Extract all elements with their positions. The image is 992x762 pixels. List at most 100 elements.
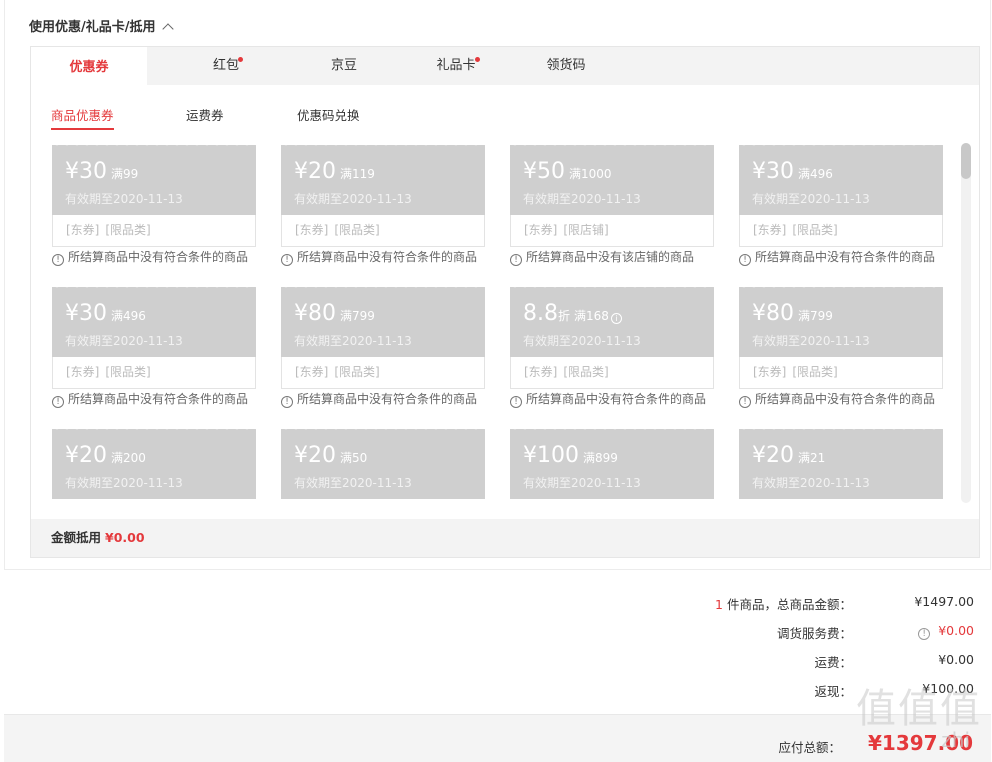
coupon-tag: [东券] <box>295 365 329 379</box>
coupon-condition: 满899 <box>583 451 618 465</box>
warning-icon: ! <box>281 396 293 408</box>
coupon-face: ¥80 满799 有效期至2020-11-13 <box>281 287 485 357</box>
cashback-label: 返现： <box>814 684 852 699</box>
section-title[interactable]: 使用优惠/礼品卡/抵用 <box>29 16 174 35</box>
coupon-tag: [东券] <box>753 365 787 379</box>
currency-symbol: ¥ <box>752 159 766 184</box>
coupon-face: ¥20 满21 有效期至2020-11-13 <box>739 429 943 499</box>
coupon-amount-value: 20 <box>79 443 107 468</box>
scrollbar-thumb[interactable] <box>961 143 971 179</box>
notification-dot-icon <box>238 57 243 62</box>
coupon-amount: ¥20 满21 <box>752 443 825 468</box>
currency-symbol: ¥ <box>294 159 308 184</box>
tab-2[interactable]: 京豆 <box>289 47 399 85</box>
coupon-reason-text: 所结算商品中没有符合条件的商品 <box>297 250 478 264</box>
coupon-reason: ! 所结算商品中没有符合条件的商品 <box>281 248 485 266</box>
coupon-amount: ¥100 满899 <box>523 443 618 468</box>
service-label: 调货服务费： <box>776 626 852 641</box>
coupon-condition: 满50 <box>340 451 368 465</box>
tab-label: 优惠券 <box>69 60 109 75</box>
coupon-tags: [东券] [限品类] <box>281 215 485 247</box>
coupon-list[interactable]: ¥30 满99 有效期至2020-11-13 [东券] [限品类]! 所结算商品中没有符合… <box>31 143 979 503</box>
coupon-face: ¥20 满200 有效期至2020-11-13 <box>52 429 256 499</box>
info-icon[interactable]: i <box>610 313 622 324</box>
items-count: 1 <box>715 597 723 612</box>
coupon-tag: [限品类] <box>334 365 380 379</box>
subtab-0[interactable]: 商品优惠券 <box>51 105 114 130</box>
coupon-face: ¥80 满799 有效期至2020-11-13 <box>739 287 943 357</box>
coupon-reason: ! 所结算商品中没有符合条件的商品 <box>739 248 943 266</box>
coupon-card[interactable]: ¥80 满799 有效期至2020-11-13 [东券] [限品类]! 所结算商品中没有符… <box>281 287 485 408</box>
tab-0[interactable]: 优惠券 <box>31 47 147 85</box>
coupon-card[interactable]: 8.8折 满168 i 有效期至2020-11-13 [东券] [限品类]! 所结算商品中没… <box>510 287 714 408</box>
coupon-amount-value: 20 <box>308 159 336 184</box>
coupon-face: ¥50 满1000 有效期至2020-11-13 <box>510 145 714 215</box>
coupon-amount: ¥80 满799 <box>752 301 833 326</box>
coupon-validity: 有效期至2020-11-13 <box>752 476 870 490</box>
coupon-amount: ¥20 满200 <box>65 443 146 468</box>
coupon-reason-text: 所结算商品中没有符合条件的商品 <box>68 392 249 406</box>
coupon-reason-text: 所结算商品中没有该店铺的商品 <box>526 250 695 264</box>
coupon-card[interactable]: ¥20 满21 有效期至2020-11-13 <box>739 429 943 499</box>
coupon-condition: 满496 <box>798 167 833 181</box>
coupon-card[interactable]: ¥30 满496 有效期至2020-11-13 [东券] [限品类]! 所结算商品中没有符… <box>739 145 943 266</box>
watermark-logo: 值值值 <box>856 686 982 732</box>
coupon-card[interactable]: ¥20 满50 有效期至2020-11-13 <box>281 429 485 499</box>
coupon-condition: 满496 <box>111 309 146 323</box>
currency-symbol: ¥ <box>65 159 79 184</box>
coupon-amount-value: 100 <box>537 443 579 468</box>
coupon-condition: 满1000 <box>569 167 612 181</box>
coupon-card[interactable]: ¥20 满200 有效期至2020-11-13 <box>52 429 256 499</box>
coupon-card[interactable]: ¥30 满99 有效期至2020-11-13 [东券] [限品类]! 所结算商品中没有符合… <box>52 145 256 266</box>
items-label: 1 件商品，总商品金额： <box>715 594 852 613</box>
coupon-validity: 有效期至2020-11-13 <box>523 334 641 348</box>
shipping-value: ¥0.00 <box>938 652 974 667</box>
currency-symbol: ¥ <box>752 443 766 468</box>
coupon-card[interactable]: ¥100 满899 有效期至2020-11-13 <box>510 429 714 499</box>
items-label-text: 件商品，总商品金额： <box>726 597 852 612</box>
tab-3[interactable]: 礼品卡 <box>401 47 511 85</box>
warning-icon: ! <box>281 254 293 266</box>
coupon-reason-text: 所结算商品中没有符合条件的商品 <box>755 392 936 406</box>
coupon-condition: 满99 <box>111 167 139 181</box>
deduct-value: ¥0.00 <box>105 530 145 545</box>
coupon-face: ¥20 满50 有效期至2020-11-13 <box>281 429 485 499</box>
coupon-face: ¥30 满496 有效期至2020-11-13 <box>739 145 943 215</box>
warning-icon: ! <box>739 254 751 266</box>
chevron-up-icon[interactable] <box>161 23 174 35</box>
subtab-2[interactable]: 优惠码兑换 <box>297 105 360 128</box>
coupon-tags: [东券] [限品类] <box>52 357 256 389</box>
coupon-condition: 满799 <box>798 309 833 323</box>
coupon-condition: 满21 <box>798 451 826 465</box>
subtab-1[interactable]: 运费券 <box>186 105 224 128</box>
coupon-tag: [东券] <box>66 223 100 237</box>
tab-1[interactable]: 红包 <box>171 47 281 85</box>
coupon-scrollbar[interactable] <box>961 143 971 503</box>
info-icon[interactable]: ! <box>918 628 931 640</box>
deduct-label: 金额抵用 <box>51 530 102 545</box>
coupon-reason-text: 所结算商品中没有符合条件的商品 <box>297 392 478 406</box>
currency-symbol: ¥ <box>294 443 308 468</box>
discount-box: 优惠券 红包 京豆 礼品卡 领货码 商品优惠券 运费券 优惠码兑换 ¥30 满99 有效期至20… <box>30 46 980 558</box>
coupon-card[interactable]: ¥20 满119 有效期至2020-11-13 [东券] [限品类]! 所结算商品中没有符… <box>281 145 485 266</box>
coupon-tag: [限品类] <box>792 365 838 379</box>
tab-bar: 优惠券 红包 京豆 礼品卡 领货码 <box>31 47 979 85</box>
warning-icon: ! <box>52 396 64 408</box>
currency-symbol: ¥ <box>294 301 308 326</box>
coupon-amount: ¥30 满496 <box>752 159 833 184</box>
coupon-card[interactable]: ¥30 满496 有效期至2020-11-13 [东券] [限品类]! 所结算商品中没有符… <box>52 287 256 408</box>
total-label: 应付总额： <box>778 740 841 755</box>
coupon-card[interactable]: ¥80 满799 有效期至2020-11-13 [东券] [限品类] ! 所结算商品中没有符… <box>739 287 943 408</box>
coupon-reason: ! 所结算商品中没有符合条件的商品 <box>739 390 943 408</box>
coupon-face: ¥100 满899 有效期至2020-11-13 <box>510 429 714 499</box>
coupon-amount: ¥50 满1000 <box>523 159 612 184</box>
coupon-tag: [限品类] <box>563 365 609 379</box>
tab-4[interactable]: 领货码 <box>511 47 621 85</box>
coupon-reason: ! 所结算商品中没有符合条件的商品 <box>52 390 256 408</box>
coupon-card[interactable]: ¥50 满1000 有效期至2020-11-13 [东券] [限店铺]! 所结算商品中没有… <box>510 145 714 266</box>
currency-symbol: ¥ <box>523 443 537 468</box>
coupon-amount-value: 20 <box>308 443 336 468</box>
currency-symbol: ¥ <box>752 301 766 326</box>
deduct-bar: 金额抵用 ¥0.00 <box>31 519 979 557</box>
coupon-tag: [东券] <box>295 223 329 237</box>
